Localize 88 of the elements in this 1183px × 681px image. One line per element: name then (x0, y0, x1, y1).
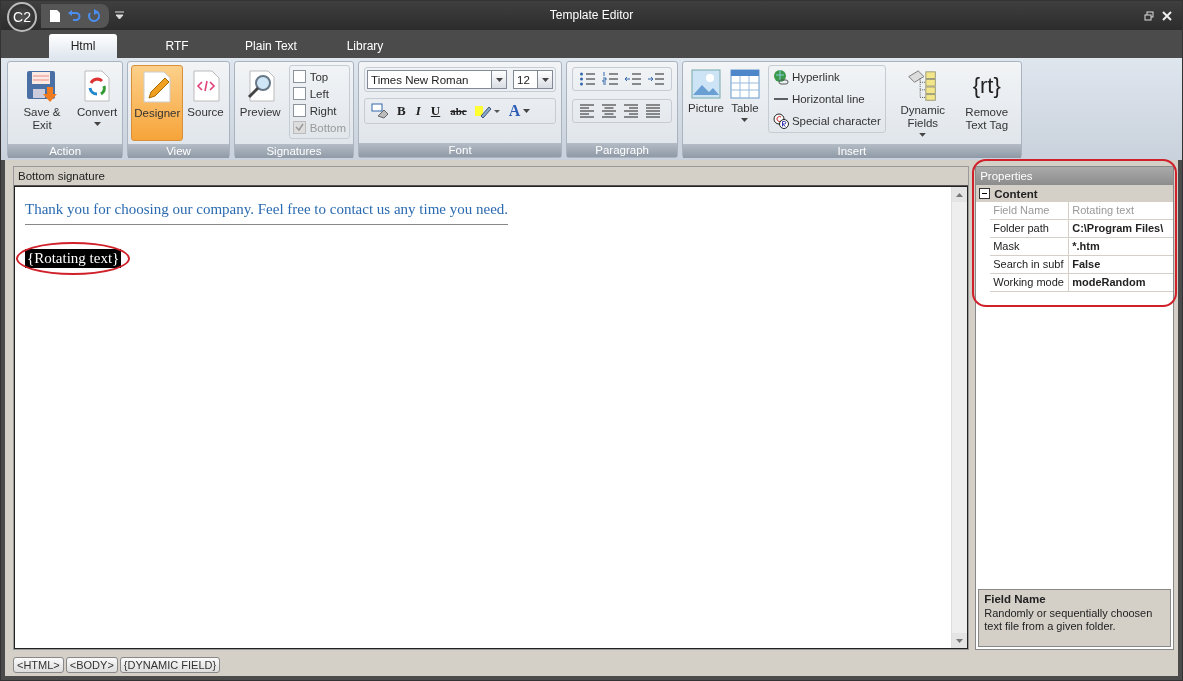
checkbox[interactable]: Left (292, 85, 347, 102)
size-dropdown[interactable]: 12 (513, 70, 554, 89)
signature-text: Thank you for choosing our company. Feel free to contact us any time you need. (25, 201, 509, 225)
format-button[interactable]: abc (448, 105, 469, 117)
ribbon-tab[interactable]: RTF (143, 34, 211, 58)
ribbon-tab[interactable]: Html (49, 34, 117, 58)
increase-indent-icon[interactable] (648, 71, 666, 87)
caret-icon (523, 109, 531, 113)
copyright-registered-icon (772, 113, 789, 129)
ribbon-tab[interactable]: Plain Text (237, 34, 305, 58)
ribbon-button[interactable]: Horizontal line (772, 89, 881, 109)
code-document-icon (190, 69, 221, 103)
table-icon (729, 69, 760, 99)
collapse-icon[interactable] (979, 188, 991, 199)
ribbon-button[interactable]: Special character (772, 111, 881, 131)
align-justify-icon[interactable] (645, 103, 662, 119)
group-label: View (128, 144, 229, 158)
tag-button[interactable]: {DYNAMIC FIELD} (119, 657, 221, 673)
description-text: Randomly or sequentially choosen text file from a given folder. (984, 607, 1154, 633)
font-color-button[interactable]: A (506, 102, 533, 120)
ribbon-button[interactable]: Preview (237, 65, 283, 141)
highlighter-icon[interactable] (474, 104, 501, 118)
tag-button[interactable]: <BODY> (65, 657, 118, 673)
undo-icon[interactable] (67, 8, 81, 23)
redo-icon[interactable] (87, 8, 101, 23)
numbered-list-icon[interactable] (602, 71, 620, 87)
customize-dropdown-icon[interactable] (115, 11, 124, 20)
ribbon-button[interactable]: Table (727, 65, 762, 141)
property-value[interactable]: C:\Program Files\ (1069, 220, 1173, 237)
format-button[interactable]: B (395, 103, 408, 119)
ribbon-button[interactable]: Dynamic Fields (891, 65, 954, 141)
circular-arrows-icon (82, 69, 113, 103)
group-label: Insert (683, 144, 1021, 158)
property-value[interactable]: modeRandom (1069, 274, 1173, 291)
scroll-up-icon[interactable] (956, 192, 964, 197)
curly-braces-icon: {rt} (972, 69, 1001, 103)
property-value[interactable]: False (1069, 256, 1173, 273)
floppy-disk-icon (25, 69, 59, 103)
ribbon-button[interactable]: Save & Exit (11, 65, 73, 141)
close-icon[interactable] (1162, 10, 1172, 21)
scroll-down-icon[interactable] (956, 638, 964, 643)
ribbon-button[interactable]: {rt} Remove Text Tag (955, 65, 1018, 141)
group-label: Action (8, 144, 123, 158)
description-title: Field Name (984, 593, 1046, 605)
tag-button[interactable]: <HTML> (13, 657, 64, 673)
window-title: Template Editor (549, 8, 634, 22)
landscape-image-icon (691, 69, 721, 99)
bulleted-list-icon[interactable] (579, 71, 597, 87)
property-name: Search in subf (990, 256, 1070, 273)
checkbox[interactable]: Top (292, 68, 347, 85)
group-label: Font (359, 143, 562, 157)
new-document-icon[interactable] (49, 8, 61, 23)
group-label: Signatures (234, 144, 354, 158)
align-left-icon[interactable] (579, 103, 596, 119)
format-button[interactable]: U (428, 103, 443, 119)
ribbon-tab[interactable]: Library (331, 34, 399, 58)
globe-icon (772, 69, 789, 85)
font-dropdown[interactable]: Times New Roman (367, 70, 508, 89)
checkbox[interactable]: Right (292, 102, 347, 119)
editor-area[interactable]: Thank you for choosing our company. Feel free to contact us any time you need. {Rotating text} (14, 186, 969, 649)
decrease-indent-icon[interactable] (625, 71, 643, 87)
horizontal-line-icon (773, 98, 788, 100)
ribbon-button[interactable]: Convert (75, 65, 120, 141)
property-name: Working mode (990, 274, 1070, 291)
property-name: Folder path (990, 220, 1070, 237)
checkmark-icon (294, 123, 304, 132)
magnifier-icon (245, 69, 276, 103)
eraser-icon[interactable] (371, 103, 390, 119)
ribbon-button[interactable]: Designer (131, 65, 184, 141)
panel-header: Properties (976, 167, 1173, 185)
property-name: Field Name (990, 202, 1070, 219)
ribbon-button[interactable]: Hyperlink (772, 67, 881, 87)
caret-icon (541, 77, 549, 82)
align-right-icon[interactable] (623, 103, 640, 119)
property-value[interactable]: *.htm (1069, 238, 1173, 255)
dynamic-field-tag[interactable]: {Rotating text} (25, 249, 122, 268)
scrollbar[interactable] (951, 187, 968, 648)
category-label: Content (994, 187, 1038, 200)
pencil-icon (141, 70, 174, 104)
align-center-icon[interactable] (601, 103, 618, 119)
ribbon-button[interactable]: Picture (686, 65, 726, 141)
property-name: Mask (990, 238, 1070, 255)
format-button[interactable]: I (413, 103, 423, 119)
group-label: Paragraph (567, 143, 678, 157)
caret-icon (495, 77, 503, 82)
ribbon-button[interactable]: Source (185, 65, 226, 141)
restore-icon[interactable] (1144, 10, 1154, 21)
app-logo[interactable]: C2 (7, 1, 37, 32)
